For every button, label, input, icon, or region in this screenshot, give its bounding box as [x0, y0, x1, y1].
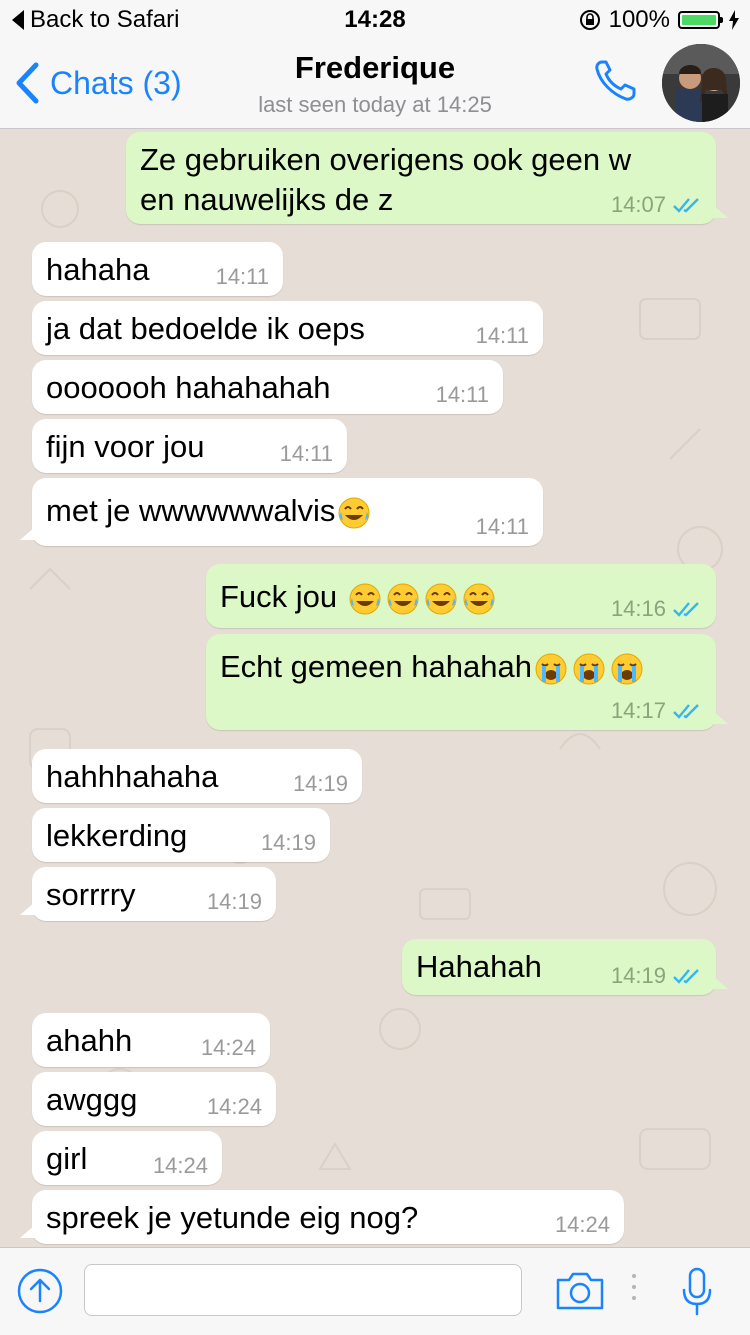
message-incoming[interactable]: met je wwwwwwalvis 14:11 [20, 478, 543, 546]
message-incoming[interactable]: awggg 14:24 [32, 1072, 276, 1126]
tears-of-joy-emoji-icon [425, 583, 457, 615]
message-time: 14:19 [610, 963, 666, 988]
message-text: ooooooh hahahahah [46, 370, 331, 405]
message-outgoing[interactable]: Ze gebruiken overigens ook geen w en nau… [126, 132, 728, 224]
tears-of-joy-emoji-icon [463, 583, 495, 615]
message-incoming[interactable]: hahhhahaha 14:19 [32, 749, 362, 803]
message-content: met je wwwwwwalvis [46, 486, 529, 536]
message-outgoing[interactable]: Fuck jou 14:16 [206, 564, 716, 628]
message-incoming[interactable]: lekkerding 14:19 [32, 808, 330, 862]
message-incoming[interactable]: sorrrry 14:19 [20, 867, 276, 921]
message-time: 14:19 [206, 889, 262, 914]
status-right: 100% [579, 6, 740, 34]
upload-icon [17, 1268, 63, 1314]
message-incoming[interactable]: hahaha 14:11 [32, 242, 283, 296]
message-text: ja dat bedoelde ik oeps [46, 311, 365, 346]
chat-header: Chats (3) Frederique last seen today at … [0, 40, 750, 129]
message-time: 14:11 [279, 441, 333, 466]
message-time: 14:24 [152, 1153, 208, 1178]
message-meta: 14:19 [611, 963, 702, 989]
contact-avatar[interactable] [662, 44, 740, 122]
message-input[interactable] [84, 1264, 522, 1316]
battery-percent: 100% [608, 6, 670, 33]
voice-message-button[interactable] [680, 1266, 714, 1323]
tears-of-joy-emoji-icon [387, 583, 419, 615]
message-time: 14:24 [554, 1212, 610, 1237]
message-time: 14:11 [475, 323, 529, 348]
phone-icon [595, 60, 636, 101]
loudly-crying-emoji-icon [611, 653, 643, 685]
message-meta: 14:16 [611, 596, 702, 622]
message-time: 14:17 [610, 698, 666, 723]
avatar-photo [662, 44, 740, 122]
message-incoming[interactable]: ahahh 14:24 [32, 1013, 270, 1067]
message-meta: 14:17 [611, 698, 702, 724]
mic-icon [682, 1267, 712, 1316]
message-outgoing[interactable]: Hahahah 14:19 [402, 939, 728, 995]
vertical-dots-icon [632, 1274, 636, 1300]
composer-bar [0, 1247, 750, 1335]
camera-icon [556, 1272, 604, 1310]
tears-of-joy-emoji-icon [338, 497, 370, 529]
message-time: 14:07 [610, 192, 666, 217]
status-bar: Back to Safari 14:28 100% [0, 0, 750, 40]
message-time: 14:11 [215, 264, 269, 289]
message-outgoing[interactable]: Echt gemeen hahahah 14:17 [206, 634, 728, 730]
message-time: 14:11 [475, 514, 529, 539]
message-meta: 14:07 [611, 192, 702, 218]
tears-of-joy-emoji-icon [349, 583, 381, 615]
message-text: Fuck jou [220, 579, 346, 614]
message-incoming[interactable]: fijn voor jou 14:11 [32, 419, 347, 473]
message-incoming[interactable]: spreek je yetunde eig nog? 14:24 [20, 1190, 624, 1244]
read-receipt-icon [673, 602, 699, 617]
camera-button[interactable] [554, 1270, 606, 1317]
call-button[interactable] [590, 56, 640, 111]
attach-button[interactable] [16, 1267, 64, 1320]
battery-icon [678, 11, 723, 29]
message-list[interactable]: Ze gebruiken overigens ook geen w en nau… [0, 129, 750, 1247]
charging-bolt-icon [729, 10, 739, 30]
separator-dots [630, 1272, 638, 1307]
message-incoming[interactable]: ooooooh hahahahah 14:11 [32, 360, 503, 414]
read-receipt-icon [673, 198, 699, 213]
message-text: spreek je yetunde eig nog? [46, 1200, 419, 1235]
message-time: 14:19 [292, 771, 348, 796]
read-receipt-icon [673, 969, 699, 984]
message-text: met je wwwwwwalvis [46, 493, 336, 528]
message-time: 14:19 [260, 830, 316, 855]
message-text: Echt gemeen hahahah [220, 649, 532, 684]
loudly-crying-emoji-icon [535, 653, 567, 685]
message-time: 14:24 [200, 1035, 256, 1060]
message-time: 14:11 [435, 382, 489, 407]
message-incoming[interactable]: ja dat bedoelde ik oeps 14:11 [32, 301, 543, 355]
message-content: Echt gemeen hahahah [220, 642, 702, 692]
message-time: 14:24 [206, 1094, 262, 1119]
message-time: 14:16 [610, 596, 666, 621]
loudly-crying-emoji-icon [573, 653, 605, 685]
orientation-lock-icon [579, 10, 600, 30]
message-incoming[interactable]: girl 14:24 [32, 1131, 222, 1185]
read-receipt-icon [673, 704, 699, 719]
